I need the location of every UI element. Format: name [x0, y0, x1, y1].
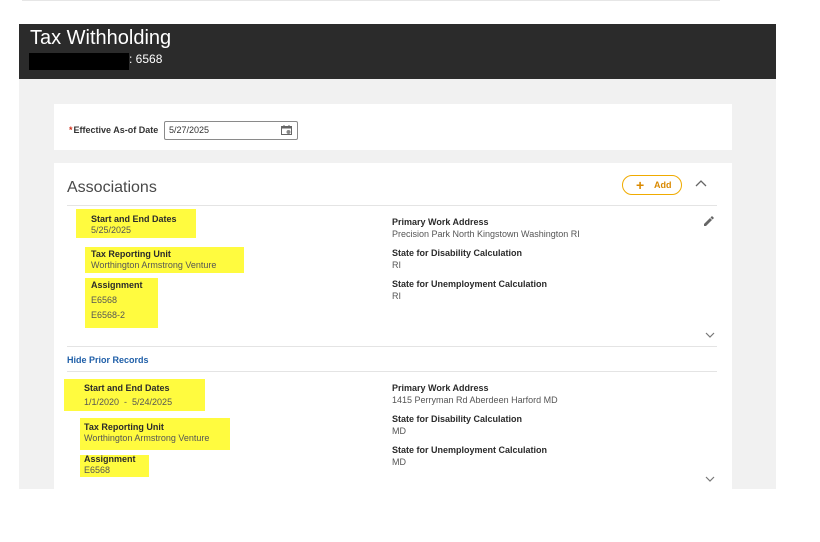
- record-1-work-address-value: Precision Park North Kingstown Washingto…: [392, 229, 580, 239]
- record-2-disability-label: State for Disability Calculation: [392, 414, 523, 424]
- record-1-dates-label: Start and End Dates: [91, 214, 177, 224]
- associations-title: Associations: [67, 179, 157, 196]
- hide-prior-records-link[interactable]: Hide Prior Records: [67, 355, 149, 365]
- record-1-unemployment-label: State for Unemployment Calculation: [392, 279, 548, 289]
- plus-icon: +: [636, 177, 645, 193]
- record-divider: [67, 346, 717, 347]
- record-1-assignment-2: E6568-2: [91, 310, 126, 320]
- effective-date-card: *Effective As-of Date 5/27/2025: [54, 104, 732, 150]
- add-button[interactable]: + Add: [622, 175, 682, 195]
- record-1-assignment-highlight: Assignment E6568 E6568-2: [85, 278, 158, 328]
- record-2-tax-unit-value: Worthington Armstrong Venture: [84, 433, 210, 443]
- record-2-work-address-label: Primary Work Address: [392, 383, 489, 393]
- prior-divider: [67, 371, 717, 372]
- chevron-down-icon[interactable]: [705, 332, 715, 338]
- required-mark: *: [69, 125, 73, 135]
- record-2-unemployment-label: State for Unemployment Calculation: [392, 445, 548, 455]
- record-2-tax-unit-label: Tax Reporting Unit: [84, 422, 164, 432]
- record-1-assignment-1: E6568: [91, 295, 118, 305]
- page-title: Tax Withholding: [30, 27, 172, 49]
- effective-date-value[interactable]: 5/27/2025: [169, 125, 209, 135]
- worker-id: : 6568: [129, 52, 163, 66]
- record-1-dates-value: 5/25/2025: [91, 225, 132, 235]
- associations-card: Associations + Add Start and End Dates 5…: [54, 163, 732, 489]
- record-2-dates-label: Start and End Dates: [84, 383, 170, 393]
- record-1-disability-value: RI: [392, 260, 401, 270]
- effective-date-label: *Effective As-of Date: [69, 125, 158, 135]
- chevron-down-icon[interactable]: [705, 476, 715, 482]
- record-2-assignment-label: Assignment: [84, 454, 136, 464]
- redacted-name: [29, 53, 129, 70]
- record-2-disability-value: MD: [392, 426, 406, 436]
- record-1-work-address-label: Primary Work Address: [392, 217, 489, 227]
- record-1-tax-unit-highlight: Tax Reporting Unit Worthington Armstrong…: [85, 247, 244, 273]
- record-2-dates-value: 1/1/2020 - 5/24/2025: [84, 397, 173, 407]
- pencil-icon[interactable]: [702, 216, 714, 228]
- chevron-up-icon[interactable]: [695, 179, 707, 187]
- record-2-tax-unit-highlight: Tax Reporting Unit Worthington Armstrong…: [80, 418, 230, 450]
- effective-date-input[interactable]: 5/27/2025: [164, 121, 298, 140]
- record-2-assignment-1: E6568: [84, 465, 111, 475]
- page-header: Tax Withholding : 6568: [19, 24, 776, 79]
- record-2-work-address-value: 1415 Perryman Rd Aberdeen Harford MD: [392, 395, 558, 405]
- top-divider: [22, 0, 720, 1]
- add-button-label: Add: [654, 180, 672, 190]
- record-2-dates-highlight: Start and End Dates 1/1/2020 - 5/24/2025: [64, 379, 205, 411]
- record-2-unemployment-value: MD: [392, 457, 406, 467]
- record-1-tax-unit-value: Worthington Armstrong Venture: [91, 260, 217, 270]
- record-1-assignment-label: Assignment: [91, 280, 143, 290]
- record-2-assignment-highlight: Assignment E6568: [80, 454, 149, 477]
- section-divider: [67, 205, 717, 206]
- record-1-disability-label: State for Disability Calculation: [392, 248, 523, 258]
- record-1-tax-unit-label: Tax Reporting Unit: [91, 249, 171, 259]
- record-1-dates-highlight: Start and End Dates 5/25/2025: [76, 209, 196, 238]
- record-1-unemployment-value: RI: [392, 291, 401, 301]
- effective-date-label-text: Effective As-of Date: [73, 125, 159, 135]
- calendar-icon[interactable]: [281, 125, 292, 135]
